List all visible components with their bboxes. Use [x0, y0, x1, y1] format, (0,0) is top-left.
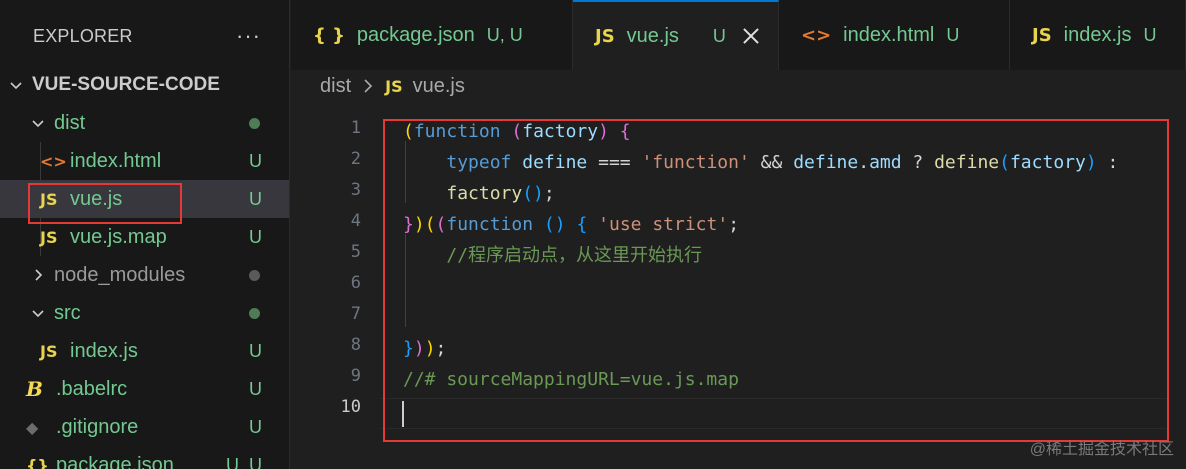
tree-item-package-json[interactable]: {} package.json U, U — [0, 446, 289, 469]
tab-label: vue.js — [626, 24, 679, 47]
tab-index-js[interactable]: JS index.js U — [1010, 0, 1186, 70]
git-status-badge: U — [249, 378, 262, 399]
js-file-icon: JS — [40, 227, 58, 247]
tree-item-label: vue.js — [70, 187, 123, 210]
close-icon[interactable] — [742, 27, 756, 45]
tree-root-label: VUE-SOURCE-CODE — [32, 74, 220, 95]
git-status-badge: U, U — [226, 454, 262, 469]
tree-item-vue-js[interactable]: JS vue.js U — [0, 180, 289, 218]
code-line: factory(); — [446, 183, 555, 204]
tab-label: index.js — [1063, 23, 1132, 46]
code-line: typeof define === 'function' && define.a… — [446, 152, 1119, 173]
tree-item-label: package.json — [56, 453, 174, 469]
tree-item-label: src — [54, 301, 81, 324]
line-number: 4 — [350, 211, 361, 231]
tree-item-babelrc[interactable]: B .babelrc U — [0, 370, 289, 408]
tab-label: package.json — [356, 23, 475, 46]
tab-label: index.html — [843, 23, 935, 46]
tree-item-node-modules[interactable]: node_modules — [0, 256, 289, 294]
line-number: 1 — [350, 118, 361, 138]
git-status-badge: U, U — [486, 24, 523, 45]
js-file-icon: JS — [385, 76, 403, 96]
js-file-icon: JS — [40, 189, 58, 209]
watermark: @稀土掘金技术社区 — [1029, 441, 1174, 458]
code-comment: //# sourceMappingURL=vue.js.map — [403, 369, 739, 390]
git-file-icon: ◆ — [26, 417, 39, 437]
line-number: 7 — [350, 304, 361, 324]
code-editor[interactable]: 1 2 3 4 5 6 7 8 9 10 (function (factory)… — [291, 110, 1186, 469]
text-cursor — [402, 401, 404, 427]
explorer-title: EXPLORER — [33, 25, 133, 46]
html-file-icon: <> — [801, 24, 832, 46]
explorer-sidebar: EXPLORER ··· VUE-SOURCE-CODE dist <> ind… — [0, 0, 290, 469]
code-line: })((function () { 'use strict'; — [403, 214, 740, 235]
babel-file-icon: B — [26, 377, 43, 401]
git-status-badge: U — [249, 226, 262, 247]
chevron-down-icon — [28, 303, 48, 323]
line-number: 6 — [350, 273, 361, 293]
line-number: 8 — [350, 335, 361, 355]
breadcrumb-folder[interactable]: dist — [320, 75, 351, 98]
git-status-badge: U — [712, 25, 726, 46]
more-actions-icon[interactable]: ··· — [236, 23, 261, 49]
html-file-icon: <> — [40, 151, 67, 171]
current-line-highlight — [380, 398, 1168, 429]
js-file-icon: JS — [1032, 24, 1052, 46]
breadcrumb: dist JS vue.js — [320, 72, 465, 100]
tree-item-dist[interactable]: dist — [0, 104, 289, 142]
line-number: 5 — [350, 242, 361, 262]
chevron-right-icon — [361, 78, 375, 94]
git-status-badge: U — [249, 150, 262, 171]
editor-tabs: { } package.json U, U JS vue.js U <> ind… — [291, 0, 1186, 70]
git-status-badge: U — [249, 416, 262, 437]
tree-root-folder[interactable]: VUE-SOURCE-CODE — [0, 66, 289, 104]
code-line: })); — [403, 338, 447, 359]
json-file-icon: { } — [313, 24, 345, 46]
chevron-right-icon — [28, 265, 48, 285]
git-status-badge: U — [249, 340, 262, 361]
git-status-badge: U — [946, 24, 960, 45]
git-status-badge: U — [249, 188, 262, 209]
tree-item-label: .babelrc — [56, 377, 128, 400]
js-file-icon: JS — [40, 341, 58, 361]
tree-item-label: vue.js.map — [70, 225, 167, 248]
tree-item-label: index.html — [70, 149, 162, 172]
git-status-badge: U — [1143, 24, 1157, 45]
json-file-icon: {} — [26, 455, 49, 469]
line-number: 10 — [340, 397, 361, 417]
tree-item-vue-js-map[interactable]: JS vue.js.map U — [0, 218, 289, 256]
tab-package-json[interactable]: { } package.json U, U — [291, 0, 573, 70]
explorer-header: EXPLORER ··· — [0, 0, 289, 72]
modified-dot — [249, 117, 260, 129]
chevron-down-icon — [6, 75, 26, 95]
ignored-dot — [249, 269, 260, 281]
modified-dot — [249, 307, 260, 319]
js-file-icon: JS — [595, 25, 615, 47]
line-number: 2 — [350, 149, 361, 169]
tree-item-gitignore[interactable]: ◆ .gitignore U — [0, 408, 289, 446]
tree-item-index-html[interactable]: <> index.html U — [0, 142, 289, 180]
line-number: 9 — [350, 366, 361, 386]
tree-item-label: node_modules — [54, 263, 186, 286]
tab-index-html[interactable]: <> index.html U — [779, 0, 1010, 70]
code-line: (function (factory) { — [403, 121, 631, 142]
line-number: 3 — [350, 180, 361, 200]
tree-item-label: dist — [54, 111, 86, 134]
chevron-down-icon — [28, 113, 48, 133]
tree-item-label: .gitignore — [56, 415, 139, 438]
code-comment: //程序启动点，从这里开始执行 — [446, 245, 703, 266]
tree-item-index-js[interactable]: JS index.js U — [0, 332, 289, 370]
tree-item-src[interactable]: src — [0, 294, 289, 332]
tab-vue-js[interactable]: JS vue.js U — [573, 0, 779, 70]
breadcrumb-file[interactable]: vue.js — [413, 75, 465, 98]
tree-item-label: index.js — [70, 339, 138, 362]
